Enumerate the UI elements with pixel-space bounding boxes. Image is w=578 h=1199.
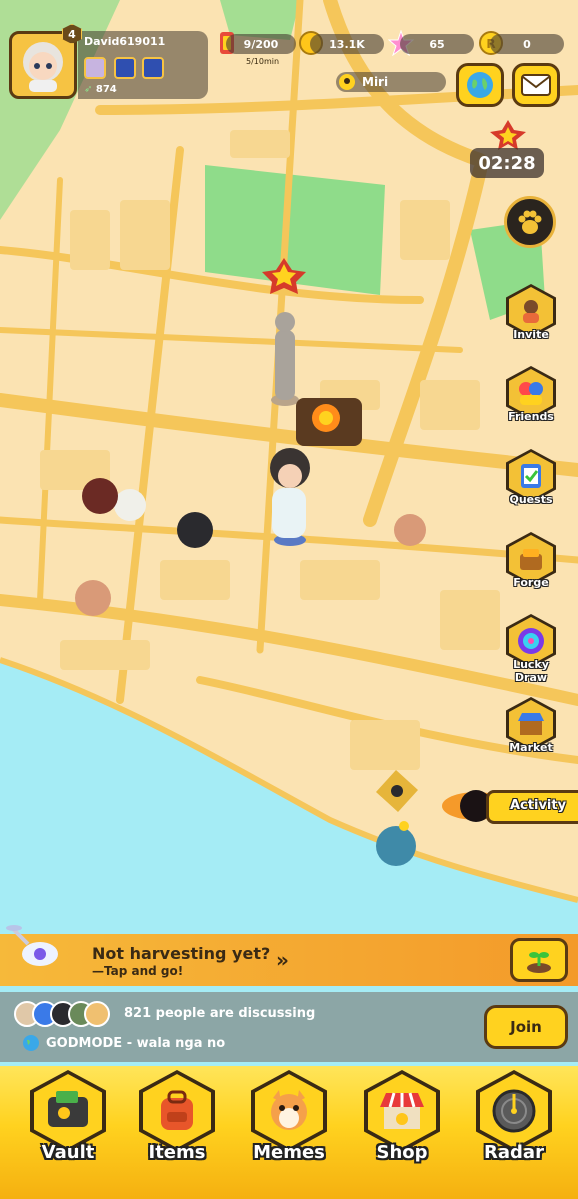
energy-counter[interactable]: 9/200: [226, 34, 296, 54]
power-value: 874: [95, 84, 117, 95]
nav-shop[interactable]: Shop: [350, 1070, 450, 1170]
treasure-chest-icon: [296, 398, 362, 446]
activity-button[interactable]: Activity: [446, 784, 578, 832]
gold-counter[interactable]: 0: [490, 34, 564, 54]
nav-radar-label: Radar: [484, 1142, 544, 1163]
side-menu-forge-label: Forge: [513, 576, 549, 589]
harvest-subtitle: —Tap and go!: [92, 964, 184, 978]
event-boss-icon[interactable]: [488, 118, 528, 152]
globe-icon: [467, 72, 493, 98]
player-power: ➶ 874: [84, 84, 117, 95]
location-pin-icon: [339, 74, 355, 90]
player-username: David619011: [84, 35, 166, 48]
latest-chat-message: GODMODE - wala nga no: [46, 1036, 226, 1051]
avatar-face-icon: [23, 42, 63, 92]
side-menu-market[interactable]: Market: [500, 697, 562, 771]
player-character: [270, 448, 310, 546]
team-avatar-2[interactable]: [114, 57, 136, 79]
activity-label: Activity: [510, 798, 567, 813]
nav-memes[interactable]: Memes: [237, 1070, 337, 1170]
world-map-button[interactable]: [456, 63, 504, 107]
energy-regen-rate: 5/10min: [246, 57, 280, 66]
discussion-count: 821 people are discussing: [124, 1006, 316, 1021]
nav-items-label: Items: [148, 1142, 206, 1163]
nav-shop-label: Shop: [376, 1142, 428, 1163]
event-timer: 02:28: [470, 148, 544, 178]
team-avatar-1[interactable]: [84, 57, 106, 79]
nav-vault[interactable]: Vault: [16, 1070, 116, 1170]
harvest-arrow-icon: »: [276, 948, 289, 972]
star-counter[interactable]: 65: [400, 34, 474, 54]
harvest-banner[interactable]: [0, 934, 578, 986]
sprout-icon: [527, 952, 551, 973]
globe-icon: [23, 1035, 39, 1051]
mail-icon: [521, 74, 551, 96]
harvest-button[interactable]: [510, 938, 568, 982]
side-menu-invite[interactable]: Invite: [500, 284, 562, 358]
side-menu-quests-label: Quests: [509, 493, 553, 506]
team-avatar-3[interactable]: [142, 57, 164, 79]
chat-participant-avatars: [14, 1001, 110, 1029]
join-chat-button[interactable]: Join: [484, 1005, 568, 1049]
side-menu-lucky-draw[interactable]: Lucky Draw: [500, 614, 562, 688]
side-menu-friends-label: Friends: [508, 410, 554, 423]
side-menu-lucky-draw-label: Lucky Draw: [513, 658, 549, 684]
side-menu-invite-label: Invite: [513, 328, 549, 341]
side-menu-quests[interactable]: Quests: [500, 449, 562, 523]
nav-memes-label: Memes: [253, 1142, 325, 1163]
drone-mascot-icon: [6, 925, 58, 966]
side-menu-market-label: Market: [509, 741, 553, 754]
nav-radar[interactable]: Radar: [462, 1070, 562, 1170]
chat-avatar: [84, 1001, 110, 1027]
nav-items[interactable]: Items: [125, 1070, 225, 1170]
power-icon: ➶: [84, 84, 93, 95]
mail-button[interactable]: [512, 63, 560, 107]
side-menu-forge[interactable]: Forge: [500, 532, 562, 606]
harvest-title: Not harvesting yet?: [92, 944, 271, 963]
pet-button[interactable]: [504, 196, 556, 248]
coin-counter[interactable]: 13.1K: [310, 34, 384, 54]
paw-icon: [518, 210, 542, 234]
nav-vault-label: Vault: [41, 1142, 95, 1163]
side-menu-friends[interactable]: Friends: [500, 366, 562, 440]
